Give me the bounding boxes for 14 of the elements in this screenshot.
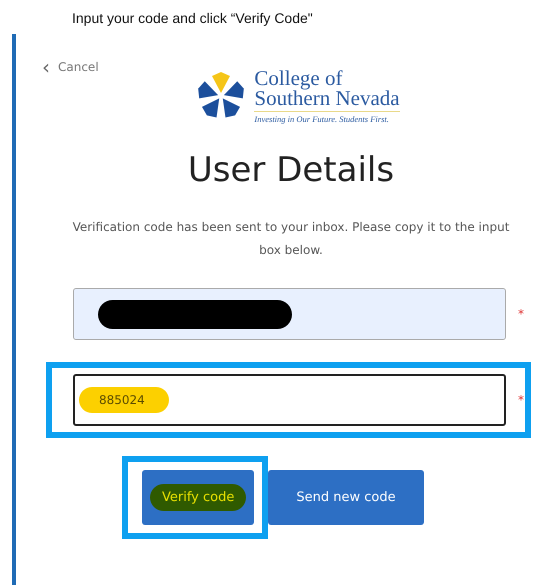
logo-tagline: Investing in Our Future. Students First.	[254, 111, 400, 124]
instruction-message: Verification code has been sent to your inbox. Please copy it to the input box below.	[72, 219, 510, 259]
page-title: User Details	[186, 150, 396, 190]
required-mark: *	[518, 307, 524, 321]
send-new-code-button[interactable]: Send new code	[268, 470, 424, 525]
email-input-field[interactable]	[73, 288, 506, 340]
verify-code-button[interactable]: Verify code	[142, 470, 254, 525]
logo-name: College of	[254, 68, 344, 88]
code-input-field[interactable]: 885024	[73, 374, 506, 426]
code-value: 885024	[79, 387, 169, 413]
required-mark: *	[518, 393, 524, 407]
instruction-caption: Input your code and click “Verify Code"	[71, 9, 314, 28]
cancel-link[interactable]: ‹ Cancel	[42, 60, 99, 74]
logo-name: Southern Nevada	[254, 88, 400, 108]
